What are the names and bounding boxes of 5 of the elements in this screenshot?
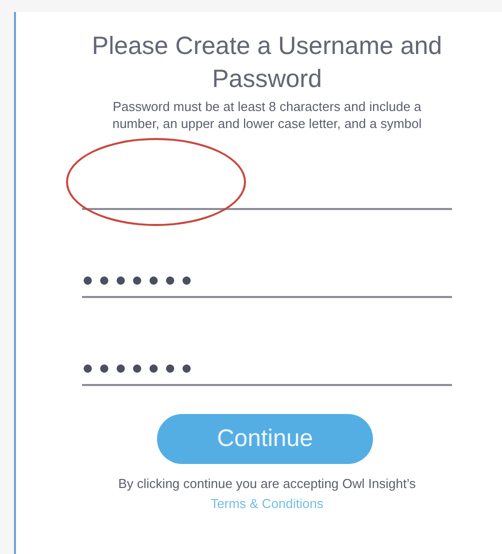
terms-notice: By clicking continue you are accepting Owl Insight’s Terms & Conditions — [117, 475, 417, 513]
password-field[interactable]: ●●●●●●● — [82, 254, 452, 298]
password-requirements: Password must be at least 8 characters and include a number, an upper and lower case letter, and a symbol — [111, 98, 423, 132]
form-title: Please Create a Username and Password — [90, 31, 444, 95]
password-field[interactable]: ●●●●●●● — [82, 342, 452, 386]
